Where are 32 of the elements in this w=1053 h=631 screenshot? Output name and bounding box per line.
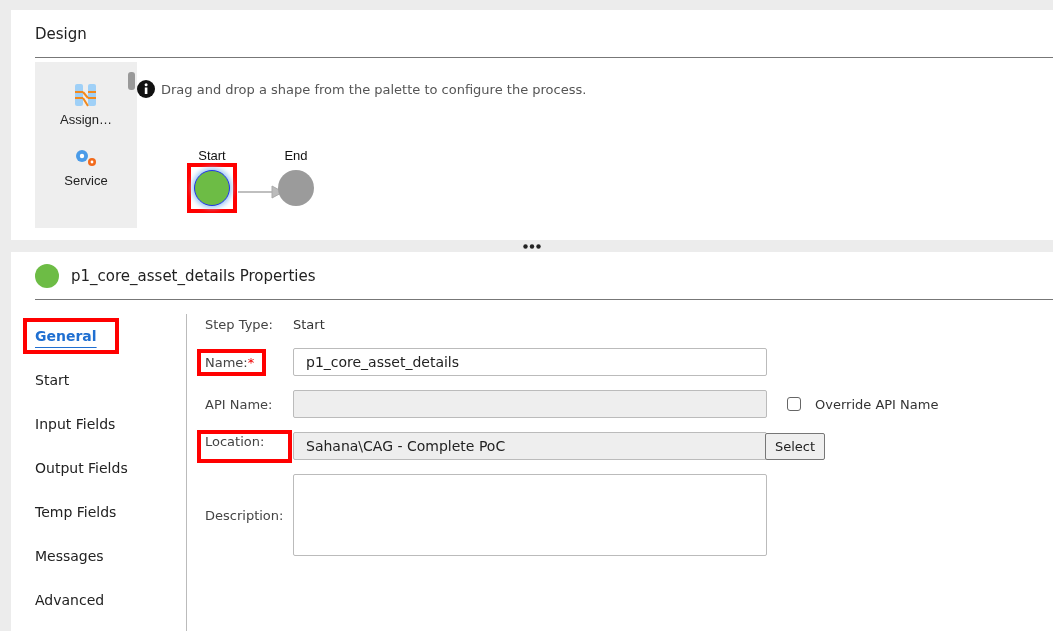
field-label: API Name: — [205, 396, 273, 412]
field-label: Step Type: — [205, 316, 273, 332]
description-field[interactable] — [293, 474, 767, 556]
nav-tab[interactable]: Input Fields — [35, 416, 116, 432]
field-label: Name: — [205, 354, 248, 370]
node-label: Start — [198, 148, 226, 163]
text-field[interactable]: p1_core_asset_details — [293, 348, 767, 376]
scrollbar-thumb[interactable] — [128, 72, 135, 90]
end-node[interactable] — [278, 170, 314, 206]
properties-title: p1_core_asset_details Properties — [71, 266, 316, 285]
palette-item[interactable]: Service — [64, 173, 108, 188]
start-status-dot — [35, 263, 59, 288]
nav-tab[interactable]: Advanced — [35, 592, 105, 608]
step-type-value: Start — [293, 316, 326, 332]
checkbox-label: Override API Name — [815, 396, 939, 412]
required-mark: * — [247, 354, 255, 370]
field-label: Description: — [205, 507, 284, 523]
node-label: End — [284, 148, 308, 163]
field-label: Location: — [205, 433, 265, 449]
drag-handle-icon[interactable] — [523, 243, 541, 249]
info-icon — [137, 80, 155, 98]
nav-tab[interactable]: Output Fields — [35, 460, 128, 476]
nav-tab[interactable]: General — [35, 328, 97, 344]
assignment-icon — [73, 82, 99, 108]
gears-icon — [73, 147, 99, 169]
hint-text: Drag and drop a shape from the palette to configure the process. — [161, 81, 587, 97]
nav-tab[interactable]: Temp Fields — [35, 504, 117, 520]
palette-item[interactable]: Assign… — [60, 112, 112, 127]
panel-title: Design — [35, 24, 87, 43]
nav-tab[interactable]: Start — [35, 372, 70, 388]
start-node[interactable] — [194, 170, 230, 206]
nav-tab[interactable]: Messages — [35, 548, 104, 564]
